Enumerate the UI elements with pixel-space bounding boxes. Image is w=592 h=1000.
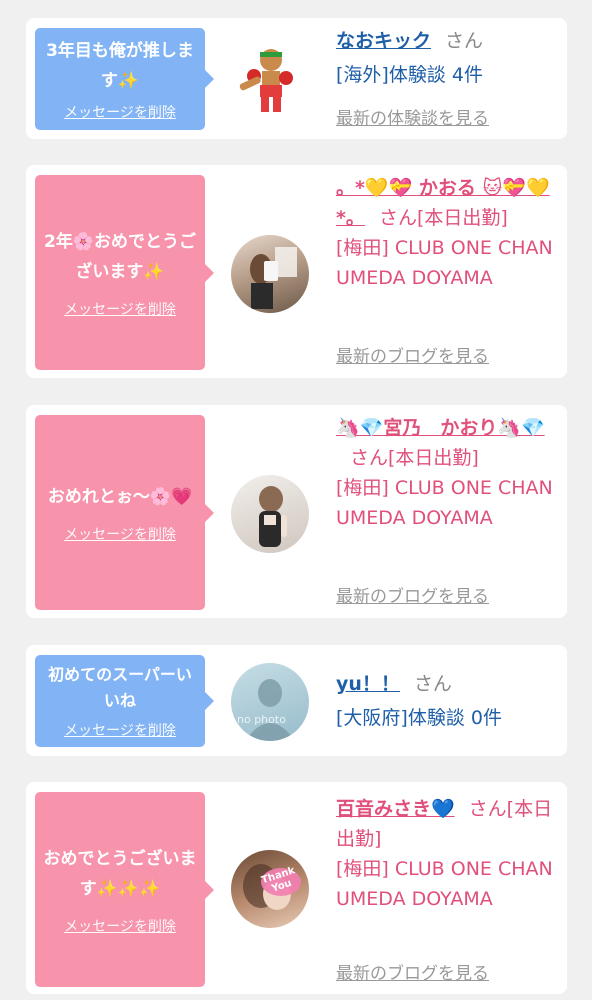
- profile-info: 。*💛💝 かおる 🐱💝💛*。 さん[本日出勤] [梅田] CLUB ONE CHA…: [336, 173, 556, 293]
- no-photo-caption: no photo: [237, 713, 286, 726]
- avatar[interactable]: [231, 475, 309, 553]
- message-bubble: おめでとうございます✨✨✨ メッセージを削除: [35, 792, 214, 987]
- honorific: さん[本日出勤]: [378, 207, 508, 229]
- honorific: さん: [445, 30, 484, 52]
- delete-message-link[interactable]: メッセージを削除: [64, 524, 176, 544]
- avatar[interactable]: Thank You: [231, 850, 309, 928]
- see-latest-blog-link[interactable]: 最新のブログを見る: [336, 959, 489, 984]
- message-card: おめでとうございます✨✨✨ メッセージを削除 Thank You 百音みさき💙 さ…: [26, 782, 567, 994]
- avatar[interactable]: no photo: [231, 663, 309, 741]
- shop-name: [梅田] CLUB ONE CHAN UMEDA DOYAMA: [336, 477, 553, 529]
- no-photo-silhouette-icon: [245, 679, 295, 741]
- shop-name: [梅田] CLUB ONE CHAN UMEDA DOYAMA: [336, 858, 553, 910]
- bubble-message: 3年目も俺が推します✨: [46, 41, 194, 91]
- profile-name-link[interactable]: 🦄💎宮乃 かおり🦄💎: [336, 417, 545, 439]
- profile-detail: [海外]体験談 4件: [336, 64, 483, 86]
- message-card: 2年🌸おめでとうございます✨ メッセージを削除 。*💛💝 かおる 🐱💝💛*。 さん…: [26, 165, 567, 378]
- profile-info: yu！！ さん [大阪府]体験談 0件: [336, 669, 556, 733]
- message-card: 初めてのスーパーいいね メッセージを削除 no photo yu！！ さん [大阪…: [26, 645, 567, 756]
- profile-name-link[interactable]: yu！！: [336, 673, 400, 695]
- message-bubble: 2年🌸おめでとうございます✨ メッセージを削除: [35, 175, 214, 370]
- bubble-message: 2年🌸おめでとうございます✨: [44, 231, 196, 282]
- delete-message-link[interactable]: メッセージを削除: [64, 720, 176, 740]
- see-latest-link[interactable]: 最新の体験談を見る: [336, 104, 489, 129]
- delete-message-link[interactable]: メッセージを削除: [64, 916, 176, 936]
- bubble-message: おめでとうございます✨✨✨: [43, 848, 197, 899]
- photo-icon: [259, 486, 287, 547]
- see-latest-blog-link[interactable]: 最新のブログを見る: [336, 342, 489, 367]
- message-bubble: 初めてのスーパーいいね メッセージを削除: [35, 655, 214, 747]
- delete-message-link[interactable]: メッセージを削除: [64, 102, 176, 122]
- profile-info: 🦄💎宮乃 かおり🦄💎 さん[本日出勤] [梅田] CLUB ONE CHAN UM…: [336, 413, 556, 533]
- see-latest-blog-link[interactable]: 最新のブログを見る: [336, 582, 489, 607]
- profile-info: 百音みさき💙 さん[本日出勤] [梅田] CLUB ONE CHAN UMEDA …: [336, 794, 556, 914]
- avatar[interactable]: [231, 38, 309, 116]
- profile-name-link[interactable]: 百音みさき💙: [336, 798, 455, 820]
- message-bubble: おめれとぉ〜🌸💗 メッセージを削除: [35, 415, 214, 610]
- profile-info: なおキック さん [海外]体験談 4件: [336, 26, 556, 90]
- shop-name: [梅田] CLUB ONE CHAN UMEDA DOYAMA: [336, 237, 553, 289]
- kickboxer-illustration-icon: [239, 49, 293, 112]
- honorific: さん: [413, 673, 452, 695]
- delete-message-link[interactable]: メッセージを削除: [64, 299, 176, 319]
- message-card: おめれとぉ〜🌸💗 メッセージを削除 🦄💎宮乃 かおり🦄💎 さん[本日出勤] [梅田…: [26, 405, 567, 618]
- photo-icon: [250, 247, 297, 309]
- bubble-message: おめれとぉ〜🌸💗: [47, 486, 193, 507]
- profile-name-link[interactable]: なおキック: [336, 30, 431, 52]
- message-card: 3年目も俺が推します✨ メッセージを削除 なおキック さん [海外]体験談 4件 …: [26, 18, 567, 139]
- bubble-message: 初めてのスーパーいいね: [48, 665, 192, 710]
- profile-detail: [大阪府]体験談 0件: [336, 707, 502, 729]
- message-bubble: 3年目も俺が推します✨ メッセージを削除: [35, 28, 214, 130]
- avatar[interactable]: [231, 235, 309, 313]
- honorific: さん[本日出勤]: [350, 447, 479, 469]
